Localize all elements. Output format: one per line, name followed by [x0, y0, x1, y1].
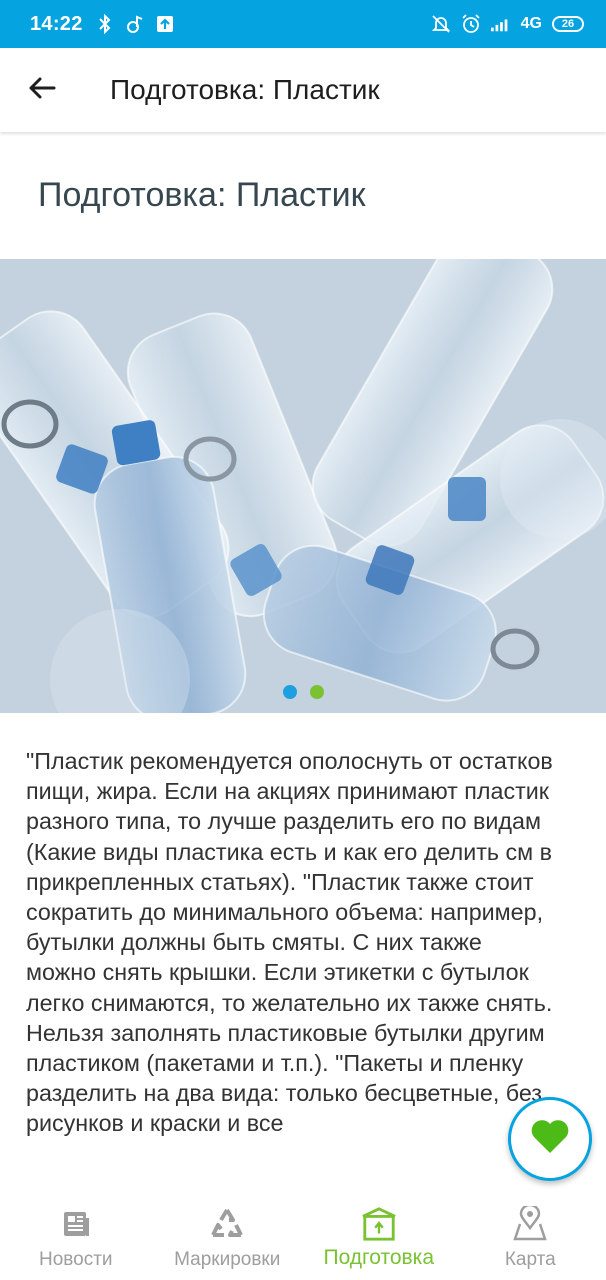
bluetooth-icon	[95, 14, 115, 34]
content-scroll[interactable]: Подготовка: Пластик "Пластик рекомендует…	[0, 132, 606, 1192]
nav-markings[interactable]: Маркировки	[152, 1192, 304, 1280]
app-bar-title: Подготовка: Пластик	[110, 74, 380, 105]
carousel-dots	[0, 685, 606, 699]
upload-icon	[155, 14, 175, 34]
recycle-icon	[209, 1206, 245, 1242]
carousel-dot-2[interactable]	[309, 685, 324, 699]
battery-indicator: 26	[552, 16, 584, 32]
music-note-icon	[125, 14, 145, 34]
favorite-button[interactable]	[508, 1097, 592, 1181]
nav-news-label: Новости	[38, 1249, 113, 1270]
bell-off-icon	[431, 14, 451, 34]
plastic-bottles-image	[0, 259, 606, 713]
newspaper-icon	[58, 1206, 94, 1242]
nav-map[interactable]: Карта	[455, 1192, 606, 1280]
nav-map-label: Карта	[504, 1249, 556, 1270]
box-icon	[361, 1206, 397, 1242]
nav-preparation-label: Подготовка	[323, 1246, 435, 1269]
image-carousel[interactable]	[0, 259, 606, 713]
signal-icon	[490, 14, 511, 34]
article-body: "Пластик рекомендуется ополоснуть от ост…	[26, 748, 553, 1137]
nav-news[interactable]: Новости	[0, 1192, 152, 1280]
carousel-dot-1[interactable]	[282, 685, 297, 699]
app-bar: Подготовка: Пластик	[0, 48, 606, 132]
bottom-navigation: Новости Маркировки Подготовка Карта	[0, 1192, 606, 1280]
alarm-icon	[461, 14, 481, 34]
network-type: 4G	[520, 15, 542, 32]
status-time: 14:22	[30, 12, 83, 35]
nav-preparation[interactable]: Подготовка	[303, 1192, 455, 1280]
back-button[interactable]	[14, 62, 70, 118]
nav-markings-label: Маркировки	[174, 1249, 281, 1270]
status-bar: 14:22 4G 26	[0, 0, 606, 48]
map-pin-icon	[512, 1206, 548, 1242]
arrow-left-icon	[28, 76, 56, 105]
page-heading: Подготовка: Пластик	[38, 176, 366, 214]
heart-icon	[530, 1119, 570, 1160]
